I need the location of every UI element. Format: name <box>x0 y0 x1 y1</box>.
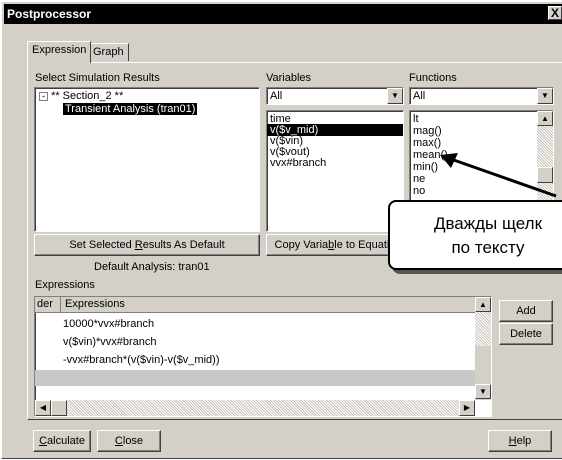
expression-row[interactable]: v($vin)*vvx#branch <box>63 336 157 348</box>
sim-results-label: Select Simulation Results <box>35 72 160 84</box>
expressions-grid[interactable]: der Expressions 10000*vvx#branch v($vin)… <box>34 296 492 417</box>
variables-label: Variables <box>266 72 312 84</box>
copy-variable-label-3: le to Equatio <box>334 239 396 251</box>
expression-row[interactable]: -vvx#branch*(v($vin)-v($v_mid)) <box>63 354 219 366</box>
title-bar[interactable]: Postprocessor X <box>4 4 562 24</box>
close-label-2: lose <box>122 435 144 447</box>
tab-graph-label: Graph <box>93 46 124 58</box>
expressions-hscroll-thumb[interactable] <box>51 400 67 416</box>
close-window-button[interactable]: X <box>548 6 562 20</box>
function-item[interactable]: min() <box>413 161 438 173</box>
functions-list[interactable]: lt mag() max() mean() min() ne no ▲ <box>409 110 554 205</box>
variables-filter-value: All <box>270 90 283 102</box>
close-icon: X <box>550 6 559 20</box>
function-item[interactable]: mag() <box>413 125 442 137</box>
delete-button[interactable]: Delete <box>499 323 553 345</box>
set-default-button[interactable]: Set Selected Results As Default <box>34 234 260 256</box>
annotation-callout: Дважды щелк по тексту <box>388 200 562 270</box>
calculate-label-2: alculate <box>47 435 85 447</box>
expression-row-new[interactable] <box>35 370 475 386</box>
callout-line-2: по тексту <box>451 238 525 257</box>
expression-row[interactable]: 10000*vvx#branch <box>63 318 154 330</box>
close-label-1: C <box>114 435 123 447</box>
tree-section[interactable]: - ** Section_2 ** <box>39 90 123 102</box>
set-default-label-3: esults As Default <box>142 239 225 251</box>
tree-item-transient[interactable]: Transient Analysis (tran01) <box>63 103 198 115</box>
variables-dropdown-icon[interactable]: ▼ <box>387 88 403 104</box>
function-item[interactable]: ne <box>413 173 425 185</box>
function-item[interactable]: no <box>413 185 425 197</box>
variable-item[interactable]: vvx#branch <box>270 157 326 169</box>
expressions-vscrollbar[interactable]: ▲ ▼ <box>475 297 491 400</box>
tree-section-label: ** Section_2 ** <box>51 90 124 102</box>
sim-results-tree[interactable]: - ** Section_2 ** Transient Analysis (tr… <box>34 87 260 232</box>
copy-variable-label-1: Copy Varia <box>274 239 329 251</box>
function-item[interactable]: lt <box>413 113 419 125</box>
expressions-label: Expressions <box>35 279 95 291</box>
calculate-button[interactable]: Calculate <box>33 430 91 452</box>
close-button[interactable]: Close <box>97 430 161 452</box>
help-label-1: H <box>508 435 517 447</box>
default-analysis-text: Default Analysis: tran01 <box>94 261 210 273</box>
help-label-2: elp <box>516 435 532 447</box>
scroll-up-icon[interactable]: ▲ <box>537 111 553 126</box>
tab-expression[interactable]: Expression <box>27 41 92 63</box>
functions-scroll-thumb[interactable] <box>537 167 553 183</box>
functions-label: Functions <box>409 72 457 84</box>
scroll-up-icon[interactable]: ▲ <box>475 297 491 312</box>
calculate-label-1: C <box>39 435 48 447</box>
functions-filter-combo[interactable]: All ▼ <box>409 87 554 105</box>
variables-list[interactable]: time v($v_mid) v($vin) v($vout) vvx#bran… <box>266 110 404 232</box>
add-button[interactable]: Add <box>499 300 553 322</box>
tab-graph[interactable]: Graph <box>88 43 129 61</box>
expressions-header: der Expressions <box>35 297 475 313</box>
functions-filter-value: All <box>413 90 426 102</box>
function-item[interactable]: max() <box>413 137 441 149</box>
callout-line-1: Дважды щелк <box>433 214 543 233</box>
expressions-hscrollbar[interactable]: ◀ ▶ <box>35 400 475 416</box>
collapse-icon[interactable]: - <box>39 91 48 101</box>
expressions-vscroll-track[interactable] <box>475 312 491 346</box>
function-item[interactable]: mean() <box>413 149 448 161</box>
col-expressions-header[interactable]: Expressions <box>63 297 475 313</box>
variables-filter-combo[interactable]: All ▼ <box>266 87 404 105</box>
scroll-right-icon[interactable]: ▶ <box>459 400 475 416</box>
copy-variable-button[interactable]: Copy Variable to Equatio <box>266 234 404 256</box>
functions-scrollbar[interactable]: ▲ <box>537 111 553 204</box>
functions-dropdown-icon[interactable]: ▼ <box>537 88 553 104</box>
set-default-label-2: R <box>134 239 143 251</box>
set-default-label-1: Set Selected <box>69 239 135 251</box>
col-order-header[interactable]: der <box>35 297 61 313</box>
tree-item-transient-label: Transient Analysis (tran01) <box>63 103 198 115</box>
window-title: Postprocessor <box>7 7 92 21</box>
help-button[interactable]: Help <box>488 430 552 452</box>
scroll-down-icon[interactable]: ▼ <box>475 384 491 399</box>
scroll-left-icon[interactable]: ◀ <box>35 400 51 416</box>
tab-expression-label: Expression <box>32 44 87 56</box>
